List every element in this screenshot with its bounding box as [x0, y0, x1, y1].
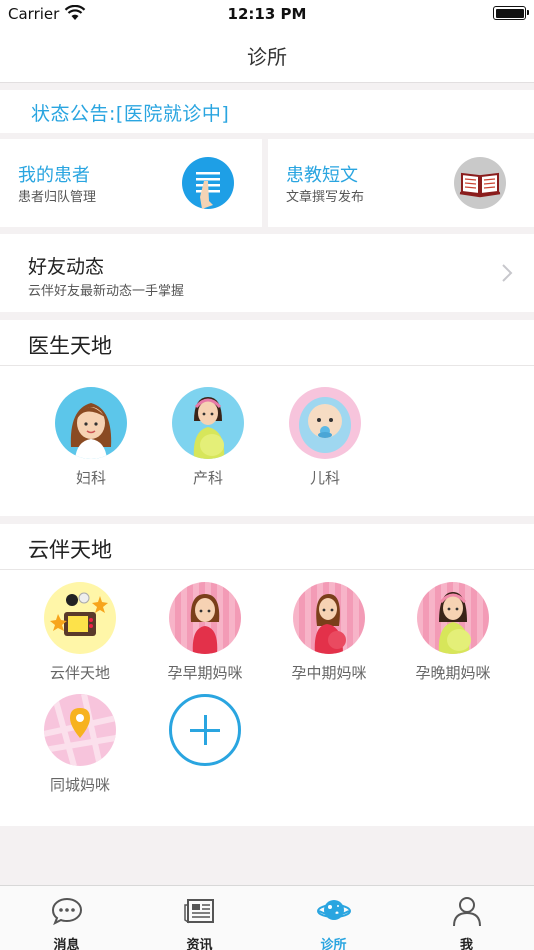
tab-messages[interactable]: 消息 [0, 886, 133, 950]
late-pregnancy-mom-icon [417, 582, 489, 654]
tv-stars-icon [44, 582, 116, 654]
mid-pregnancy-mom-icon [293, 582, 365, 654]
person-icon [452, 897, 481, 927]
my-patients-title: 我的患者 [18, 165, 90, 186]
tab-clinic[interactable]: 诊所 [267, 886, 400, 950]
local-moms-label: 同城妈咪 [49, 776, 110, 794]
cloud-world-item[interactable]: 云伴天地 [30, 582, 130, 683]
gynecology-label: 妇科 [75, 469, 106, 487]
status-notice-text: 状态公告:[医院就诊中] [31, 103, 230, 125]
status-bar: Carrier 12:13 PM [0, 0, 534, 28]
cloud-section-title: 云伴天地 [28, 538, 112, 562]
friends-feed-row[interactable]: 好友动态 云伴好友最新动态一手掌握 [0, 234, 534, 312]
chevron-right-icon [502, 264, 513, 282]
add-item-button[interactable] [155, 694, 255, 766]
early-pregnancy-item[interactable]: 孕早期妈咪 [155, 582, 255, 683]
book-icon [454, 157, 506, 209]
tab-me[interactable]: 我 [400, 886, 533, 950]
newspaper-icon [183, 899, 214, 924]
patient-education-title: 患教短文 [286, 165, 358, 186]
late-pregnancy-label: 孕晚期妈咪 [415, 664, 491, 682]
doctor-section-title: 医生天地 [28, 334, 112, 358]
early-pregnancy-label: 孕早期妈咪 [167, 664, 243, 682]
obstetrics-label: 产科 [192, 469, 223, 487]
woman-avatar-icon [55, 387, 127, 459]
clock: 12:13 PM [227, 5, 307, 23]
tab-me-label: 我 [459, 938, 473, 950]
navigation-bar: 诊所 [0, 28, 534, 83]
patient-education-subtitle: 文章撰写发布 [286, 190, 365, 205]
tab-clinic-label: 诊所 [320, 938, 347, 950]
tab-messages-label: 消息 [53, 938, 80, 950]
friends-feed-subtitle: 云伴好友最新动态一手掌握 [28, 284, 185, 299]
mid-pregnancy-label: 孕中期妈咪 [291, 664, 367, 682]
doctor-section: 医生天地 妇科 产科 儿科 [0, 320, 534, 516]
tab-news-label: 资讯 [186, 938, 213, 950]
pediatrics-label: 儿科 [309, 469, 340, 487]
cloud-world-label: 云伴天地 [49, 664, 110, 682]
tab-bar: 消息 资讯 诊所 我 [0, 885, 534, 950]
battery-icon [493, 6, 529, 20]
cloud-section: 云伴天地 云伴天地 孕早期妈咪 孕中期妈咪 孕晚期妈咪 同城妈咪 [0, 524, 534, 826]
obstetrics-item[interactable]: 产科 [158, 387, 258, 488]
my-patients-card[interactable]: 我的患者 患者归队管理 [0, 139, 262, 227]
map-pin-icon [44, 694, 116, 766]
clinic-planet-icon [316, 900, 351, 920]
early-pregnancy-mom-icon [169, 582, 241, 654]
pregnant-woman-avatar-icon [172, 387, 244, 459]
baby-avatar-icon [289, 387, 361, 459]
page-title: 诊所 [247, 45, 287, 69]
patient-education-card[interactable]: 患教短文 文章撰写发布 [268, 139, 534, 227]
pediatrics-item[interactable]: 儿科 [275, 387, 375, 488]
chat-bubble-icon [51, 897, 82, 926]
late-pregnancy-item[interactable]: 孕晚期妈咪 [403, 582, 503, 683]
my-patients-subtitle: 患者归队管理 [18, 190, 97, 205]
tab-news[interactable]: 资讯 [133, 886, 266, 950]
local-moms-item[interactable]: 同城妈咪 [30, 694, 130, 795]
doctor-section-header: 医生天地 [0, 320, 534, 366]
friends-feed-title: 好友动态 [28, 256, 105, 278]
status-notice[interactable]: 状态公告:[医院就诊中] [0, 90, 534, 133]
cloud-section-header: 云伴天地 [0, 524, 534, 570]
gynecology-item[interactable]: 妇科 [41, 387, 141, 488]
add-icon [169, 694, 241, 766]
list-hand-icon [182, 157, 234, 209]
mid-pregnancy-item[interactable]: 孕中期妈咪 [279, 582, 379, 683]
